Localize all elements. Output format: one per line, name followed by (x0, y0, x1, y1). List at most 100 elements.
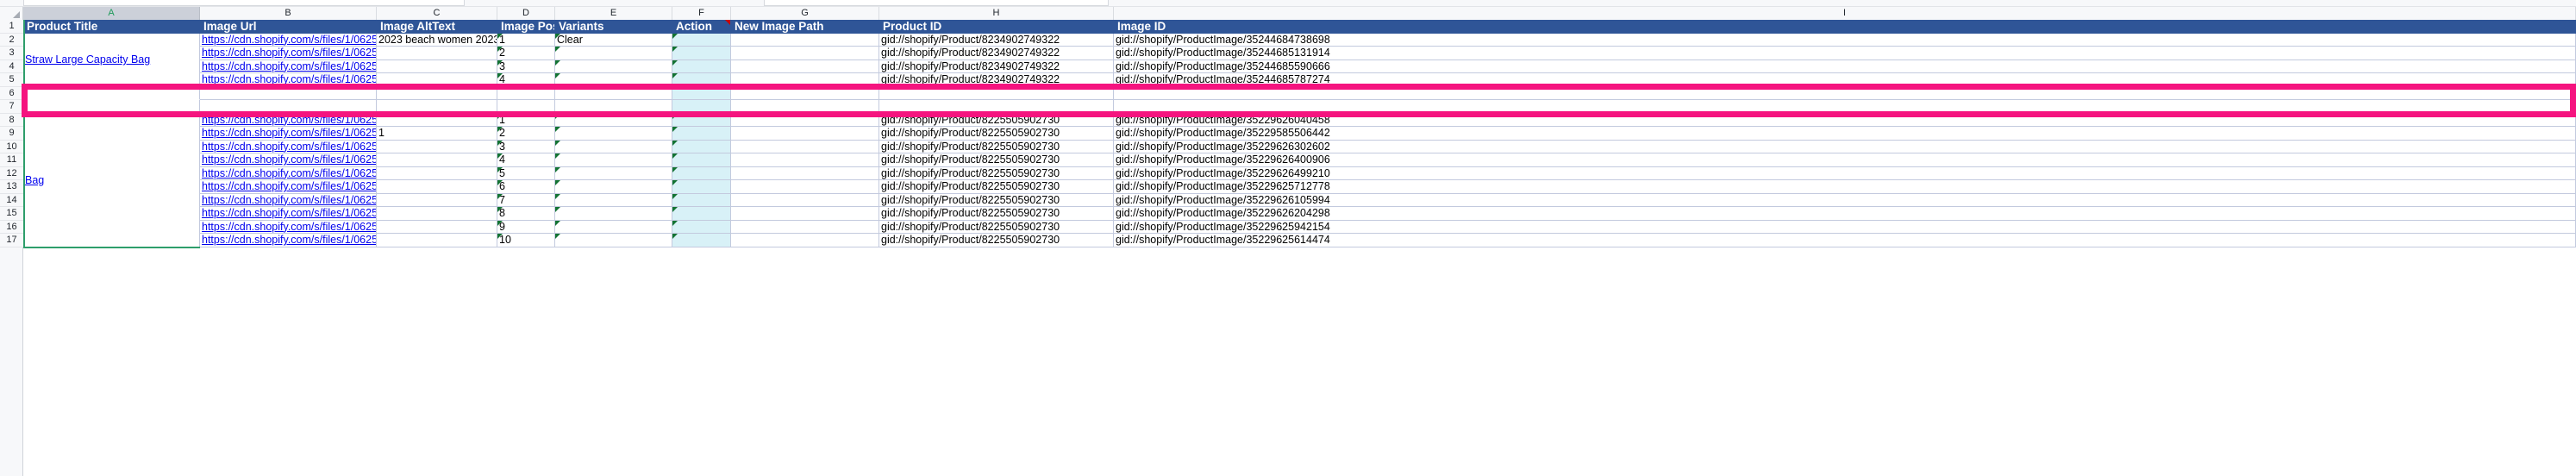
cell-f5[interactable] (672, 73, 731, 87)
cell-h4[interactable]: gid://shopify/Product/8234902749322 (879, 60, 1114, 73)
cell-h17[interactable]: gid://shopify/Product/8225505902730 (879, 234, 1114, 247)
cell-d11[interactable]: 4 (497, 153, 555, 167)
cell-d6[interactable] (497, 86, 555, 100)
cell-c11[interactable] (377, 153, 497, 167)
cell-i17[interactable]: gid://shopify/ProductImage/3522962561447… (1114, 234, 2576, 247)
cell-c17[interactable] (377, 234, 497, 247)
cell-g17[interactable] (731, 234, 879, 247)
row-header-17[interactable]: 17 (0, 234, 23, 247)
cell-d3[interactable]: 2 (497, 47, 555, 60)
cell-d16[interactable]: 9 (497, 220, 555, 234)
cell-f3[interactable] (672, 47, 731, 60)
cell-a7[interactable] (23, 100, 200, 114)
cell-i14[interactable]: gid://shopify/ProductImage/3522962610599… (1114, 193, 2576, 207)
cell-g14[interactable] (731, 193, 879, 207)
cell-i16[interactable]: gid://shopify/ProductImage/3522962594215… (1114, 220, 2576, 234)
cell-c2[interactable]: 2023 beach women 2023 (377, 33, 497, 47)
row-header-1[interactable]: 1 (0, 20, 23, 34)
cell-c12[interactable] (377, 166, 497, 180)
cell-f7[interactable] (672, 100, 731, 114)
cell-g11[interactable] (731, 153, 879, 167)
cell-b7[interactable] (200, 100, 377, 114)
cell-e2[interactable]: Clear (555, 33, 672, 47)
row-header-16[interactable]: 16 (0, 220, 23, 234)
row-header-14[interactable]: 14 (0, 193, 23, 207)
cell-f2[interactable] (672, 33, 731, 47)
cell-e15[interactable] (555, 207, 672, 221)
cell-e13[interactable] (555, 180, 672, 194)
cell-h16[interactable]: gid://shopify/Product/8225505902730 (879, 220, 1114, 234)
cell-i10[interactable]: gid://shopify/ProductImage/3522962630260… (1114, 140, 2576, 153)
column-header-i[interactable]: I (1114, 7, 2576, 20)
column-header-a[interactable]: A (23, 7, 200, 20)
cell-d4[interactable]: 3 (497, 60, 555, 73)
cell-g9[interactable] (731, 127, 879, 141)
cell-d17[interactable]: 10 (497, 234, 555, 247)
cell-h5[interactable]: gid://shopify/Product/8234902749322 (879, 73, 1114, 87)
row-header-3[interactable]: 3 (0, 47, 23, 60)
cell-g3[interactable] (731, 47, 879, 60)
cell-h3[interactable]: gid://shopify/Product/8234902749322 (879, 47, 1114, 60)
cell-g12[interactable] (731, 166, 879, 180)
cell-e17[interactable] (555, 234, 672, 247)
cell-f6[interactable] (672, 86, 731, 100)
cell-c5[interactable] (377, 73, 497, 87)
cell-b2[interactable]: https://cdn.shopify.com/s/files/1/0625 (200, 33, 377, 47)
cell-g6[interactable] (731, 86, 879, 100)
cell-e12[interactable] (555, 166, 672, 180)
cell-i5[interactable]: gid://shopify/ProductImage/3524468578727… (1114, 73, 2576, 87)
cell-h9[interactable]: gid://shopify/Product/8225505902730 (879, 127, 1114, 141)
cell-g5[interactable] (731, 73, 879, 87)
cell-h10[interactable]: gid://shopify/Product/8225505902730 (879, 140, 1114, 153)
product-title-group-2[interactable]: Bag (23, 113, 200, 247)
cell-c6[interactable] (377, 86, 497, 100)
column-header-f[interactable]: F (672, 7, 731, 20)
cell-b9[interactable]: https://cdn.shopify.com/s/files/1/0625 (200, 127, 377, 141)
cell-c3[interactable] (377, 47, 497, 60)
cell-b11[interactable]: https://cdn.shopify.com/s/files/1/0625 (200, 153, 377, 167)
cell-i15[interactable]: gid://shopify/ProductImage/3522962620429… (1114, 207, 2576, 221)
cell-d5[interactable]: 4 (497, 73, 555, 87)
cell-h6[interactable] (879, 86, 1114, 100)
column-header-c[interactable]: C (377, 7, 497, 20)
cell-c7[interactable] (377, 100, 497, 114)
row-header-9[interactable]: 9 (0, 127, 23, 141)
cell-i4[interactable]: gid://shopify/ProductImage/3524468559066… (1114, 60, 2576, 73)
cell-b14[interactable]: https://cdn.shopify.com/s/files/1/0625 (200, 193, 377, 207)
cell-e10[interactable] (555, 140, 672, 153)
cell-g2[interactable] (731, 33, 879, 47)
column-header-e[interactable]: E (555, 7, 672, 20)
cell-f10[interactable] (672, 140, 731, 153)
cell-h13[interactable]: gid://shopify/Product/8225505902730 (879, 180, 1114, 194)
cell-h14[interactable]: gid://shopify/Product/8225505902730 (879, 193, 1114, 207)
cell-d12[interactable]: 5 (497, 166, 555, 180)
cell-d14[interactable]: 7 (497, 193, 555, 207)
cell-g7[interactable] (731, 100, 879, 114)
cell-b15[interactable]: https://cdn.shopify.com/s/files/1/0625 (200, 207, 377, 221)
cell-c9[interactable]: 1 (377, 127, 497, 141)
cell-i11[interactable]: gid://shopify/ProductImage/3522962640090… (1114, 153, 2576, 167)
cell-h15[interactable]: gid://shopify/Product/8225505902730 (879, 207, 1114, 221)
cell-f13[interactable] (672, 180, 731, 194)
cell-i9[interactable]: gid://shopify/ProductImage/3522958550644… (1114, 127, 2576, 141)
column-header-h[interactable]: H (879, 7, 1114, 20)
cell-c15[interactable] (377, 207, 497, 221)
cell-c14[interactable] (377, 193, 497, 207)
cell-i3[interactable]: gid://shopify/ProductImage/3524468513191… (1114, 47, 2576, 60)
cell-h7[interactable] (879, 100, 1114, 114)
cell-h8[interactable]: gid://shopify/Product/8225505902730 (879, 113, 1114, 127)
cell-c8[interactable] (377, 113, 497, 127)
cell-e6[interactable] (555, 86, 672, 100)
cell-b4[interactable]: https://cdn.shopify.com/s/files/1/0625 (200, 60, 377, 73)
cell-d8[interactable]: 1 (497, 113, 555, 127)
cell-e14[interactable] (555, 193, 672, 207)
column-header-b[interactable]: B (200, 7, 377, 20)
cell-f14[interactable] (672, 193, 731, 207)
cell-b6[interactable] (200, 86, 377, 100)
cell-f17[interactable] (672, 234, 731, 247)
row-header-10[interactable]: 10 (0, 140, 23, 153)
cell-c13[interactable] (377, 180, 497, 194)
cell-d9[interactable]: 2 (497, 127, 555, 141)
row-header-13[interactable]: 13 (0, 180, 23, 194)
cell-b3[interactable]: https://cdn.shopify.com/s/files/1/0625 (200, 47, 377, 60)
